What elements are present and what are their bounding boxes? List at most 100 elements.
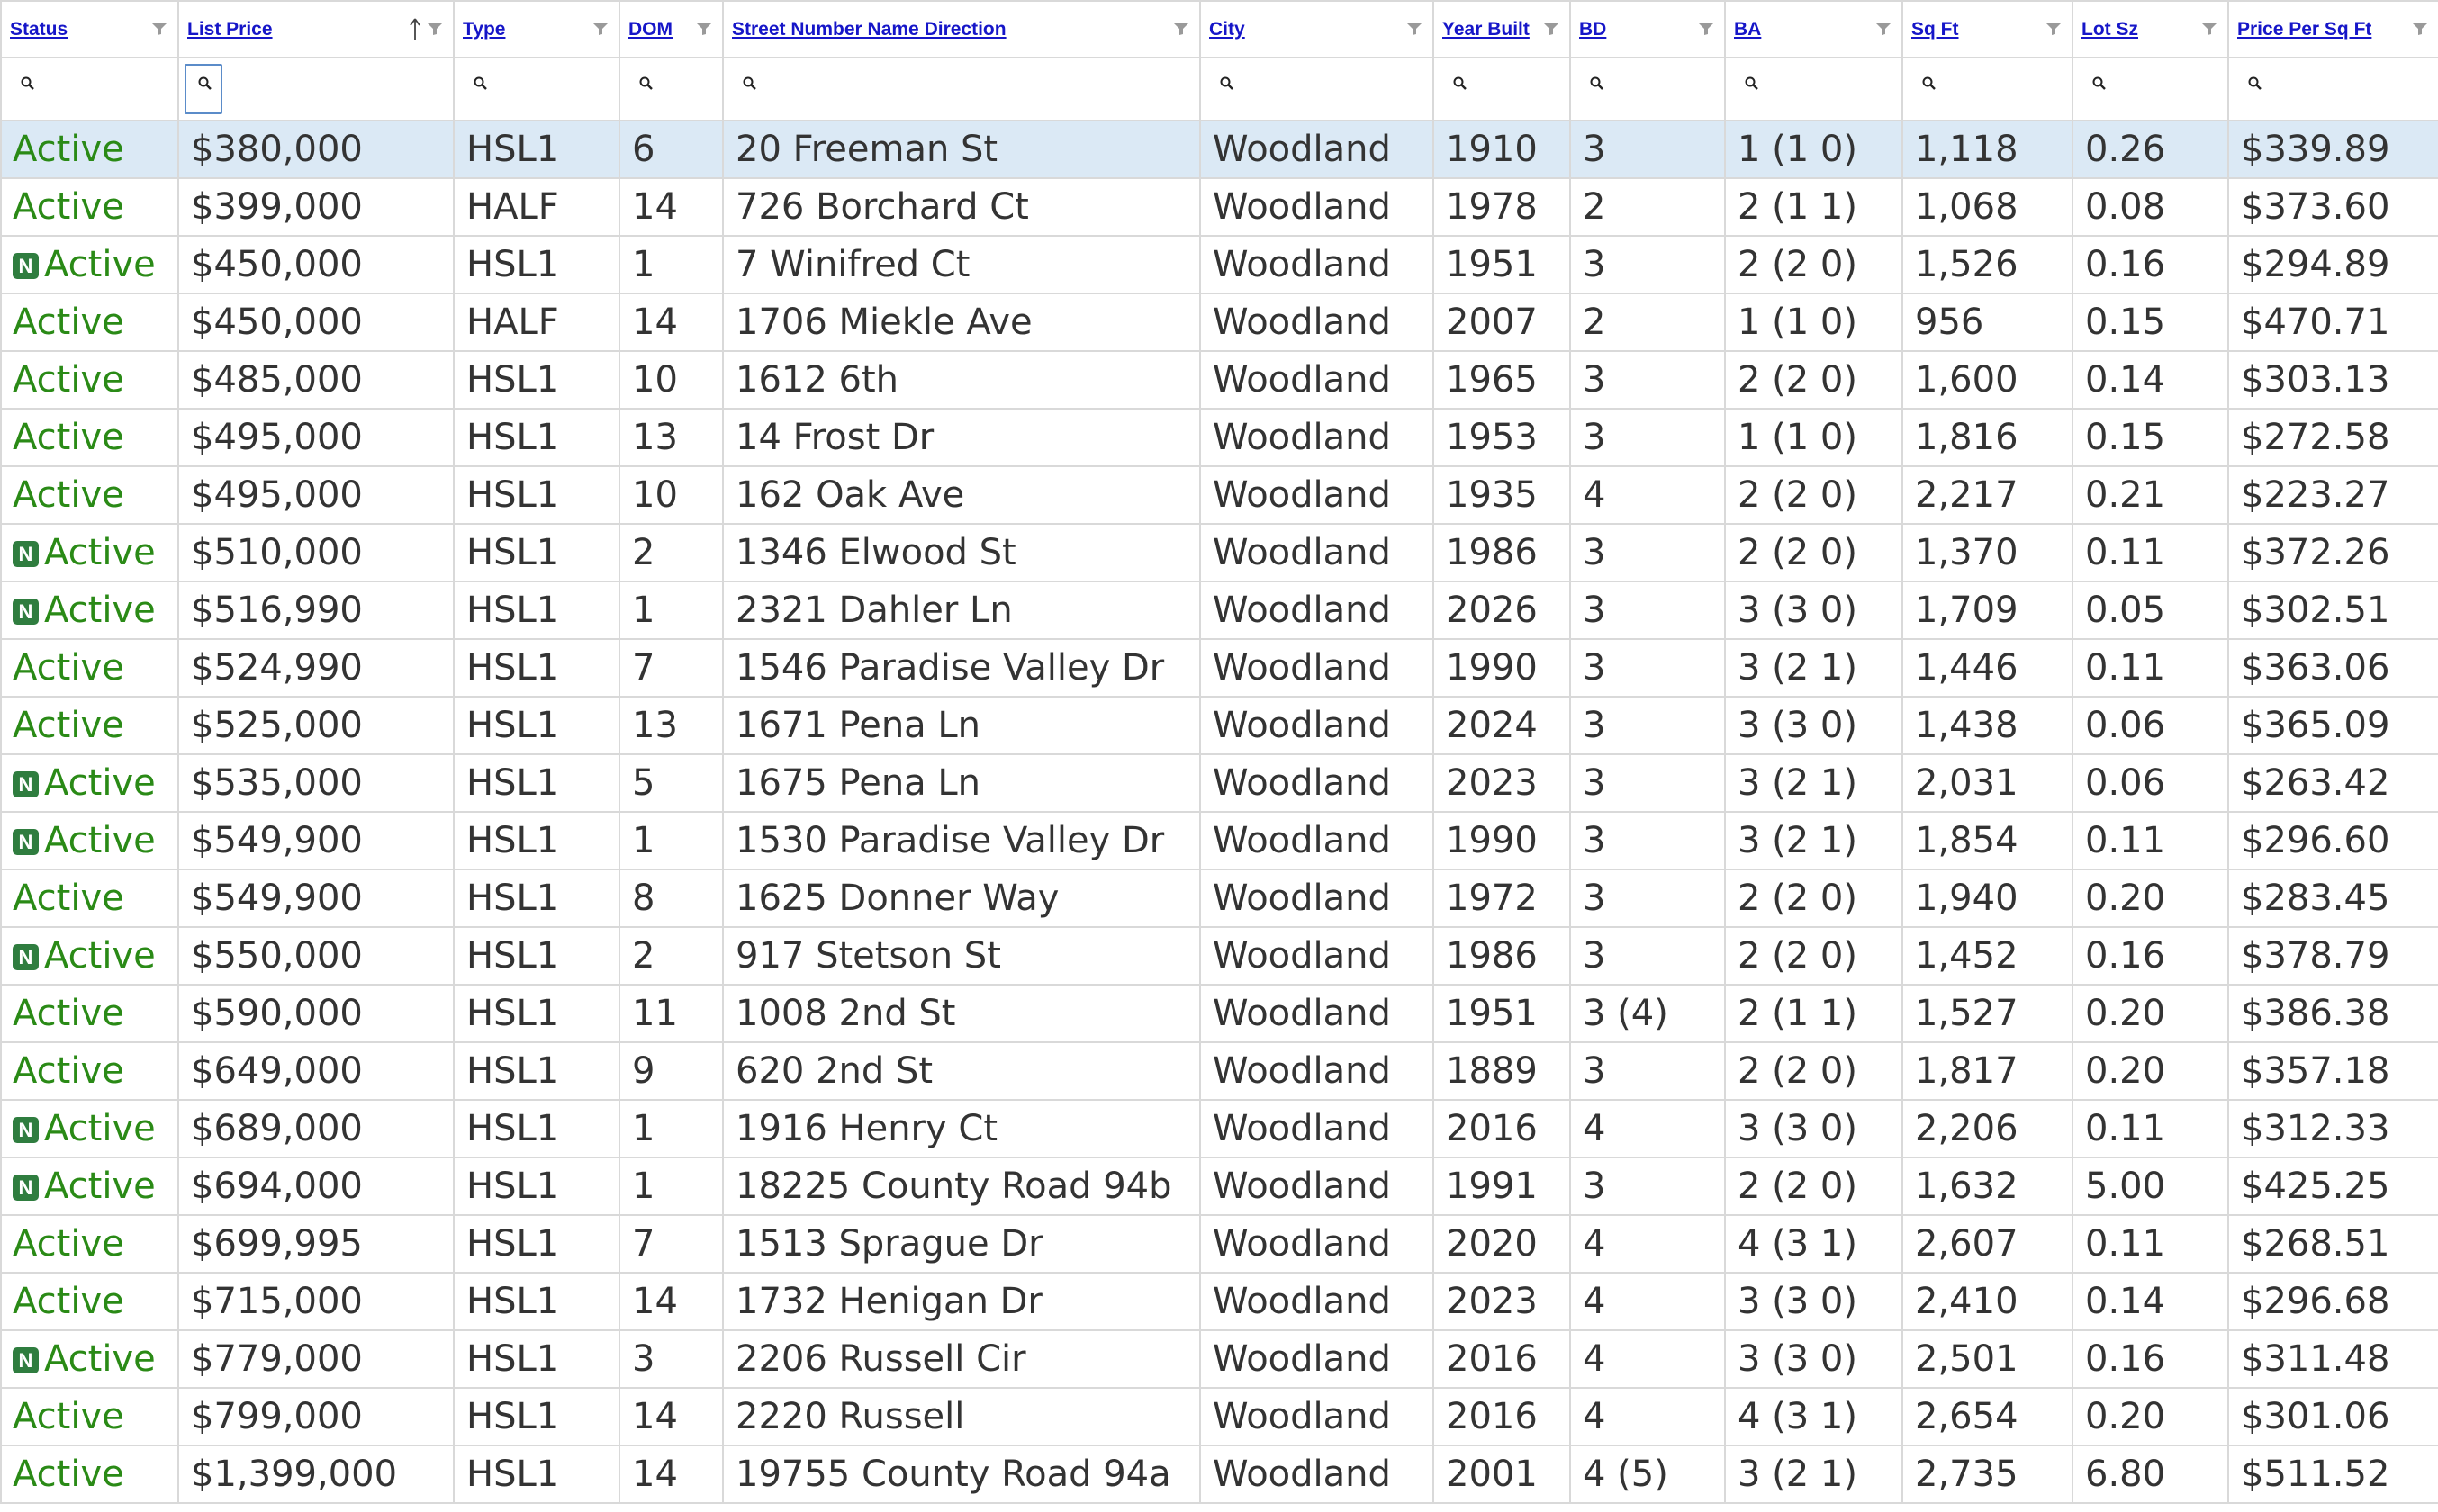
filter-icon[interactable] [1172, 22, 1190, 36]
cell-city: Woodland [1199, 1099, 1434, 1158]
column-header-link[interactable]: BD [1572, 19, 1606, 40]
table-row[interactable]: N Active $535,000 HSL1 5 1675 Pena Ln Woodland… [0, 753, 2438, 813]
table-row[interactable]: Active $799,000 HSL1 14 2220 Russell Woodland… [0, 1387, 2438, 1446]
cell-price: $799,000 [177, 1387, 455, 1446]
column-filter-search-button[interactable] [1440, 64, 1477, 114]
column-filter-search-button[interactable] [729, 64, 767, 114]
filter-icon[interactable] [1874, 22, 1892, 36]
column-header-link[interactable]: Street Number Name Direction [725, 19, 1007, 40]
table-row[interactable]: Active $525,000 HSL1 13 1671 Pena Ln Woodland… [0, 696, 2438, 755]
table-row[interactable]: Active $1,399,000 HSL1 14 19755 County Road … [0, 1444, 2438, 1504]
cell-status: Active [0, 1387, 179, 1446]
table-row[interactable]: Active $590,000 HSL1 11 1008 2nd St Woodland 1… [0, 984, 2438, 1043]
table-row[interactable]: Active $495,000 HSL1 10 162 Oak Ave Woodland 1… [0, 465, 2438, 525]
cell-sqft: 1,068 [1901, 177, 2073, 237]
column-filter-search-button[interactable] [1731, 64, 1769, 114]
magnifier-icon [198, 76, 212, 90]
cell-address: 1625 Donner Way [722, 868, 1201, 928]
cell-ba: 1 (1 0) [1724, 120, 1903, 179]
column-header-link[interactable]: Lot Sz [2074, 19, 2138, 40]
column-header-link[interactable]: Status [3, 19, 68, 40]
cell-dom: 5 [619, 753, 724, 813]
filter-icon[interactable] [150, 22, 168, 36]
column-header-link[interactable]: BA [1727, 19, 1761, 40]
cell-sqft: 1,709 [1901, 580, 2073, 640]
cell-sqft: 1,526 [1901, 235, 2073, 294]
cell-city: Woodland [1199, 177, 1434, 237]
cell-lot: 0.15 [2072, 408, 2229, 467]
cell-type: HSL1 [453, 984, 620, 1043]
cell-address: 2206 Russell Cir [722, 1329, 1201, 1389]
column-filter-search-button[interactable] [185, 64, 222, 114]
column-header-link[interactable]: Year Built [1435, 19, 1530, 40]
column-header-link[interactable]: Type [456, 19, 505, 40]
column-filter-search-button[interactable] [626, 64, 664, 114]
cell-year: 2016 [1432, 1387, 1571, 1446]
table-row[interactable]: N Active $516,990 HSL1 1 2321 Dahler Ln Woodla… [0, 580, 2438, 640]
table-row[interactable]: N Active $694,000 HSL1 1 18225 County Road 94… [0, 1156, 2438, 1216]
column-filter-search-button[interactable] [1206, 64, 1244, 114]
cell-bd: 3 [1569, 408, 1726, 467]
cell-city: Woodland [1199, 1329, 1434, 1389]
column-filter-search-button[interactable] [1909, 64, 1946, 114]
cell-ppsf: $312.33 [2227, 1099, 2438, 1158]
table-row[interactable]: Active $649,000 HSL1 9 620 2nd St Woodland 188… [0, 1041, 2438, 1101]
cell-status: Active [0, 638, 179, 698]
cell-price: $495,000 [177, 465, 455, 525]
column-filter-search-button[interactable] [1576, 64, 1614, 114]
filter-icon[interactable] [2200, 22, 2218, 36]
table-row[interactable]: Active $450,000 HALF 14 1706 Miekle Ave Woodl… [0, 292, 2438, 352]
column-header-link[interactable]: Price Per Sq Ft [2230, 19, 2371, 40]
column-filter-search-button[interactable] [7, 64, 45, 114]
table-row[interactable]: Active $495,000 HSL1 13 14 Frost Dr Woodland 1… [0, 408, 2438, 467]
table-row[interactable]: Active $549,900 HSL1 8 1625 Donner Way Woodla… [0, 868, 2438, 928]
cell-address: 1346 Elwood St [722, 523, 1201, 582]
table-row[interactable]: N Active $510,000 HSL1 2 1346 Elwood St Woodla… [0, 523, 2438, 582]
table-row[interactable]: N Active $550,000 HSL1 2 917 Stetson St Woodla… [0, 926, 2438, 986]
cell-status: N Active [0, 1156, 179, 1216]
column-header-link[interactable]: Sq Ft [1904, 19, 1959, 40]
cell-status: Active [0, 408, 179, 467]
column-filter-search-button[interactable] [2235, 64, 2272, 114]
cell-address: 1530 Paradise Valley Dr [722, 811, 1201, 870]
table-row[interactable]: Active $524,990 HSL1 7 1546 Paradise Valley … [0, 638, 2438, 698]
cell-dom: 11 [619, 984, 724, 1043]
table-row[interactable]: Active $715,000 HSL1 14 1732 Henigan Dr Woodl… [0, 1272, 2438, 1331]
cell-bd: 4 [1569, 1387, 1726, 1446]
cell-lot: 0.05 [2072, 580, 2229, 640]
table-row[interactable]: Active $399,000 HALF 14 726 Borchard Ct Woodl… [0, 177, 2438, 237]
filter-icon[interactable] [1542, 22, 1560, 36]
cell-lot: 0.26 [2072, 120, 2229, 179]
sort-ascending-icon[interactable] [410, 17, 420, 40]
column-filter-search-button[interactable] [2079, 64, 2117, 114]
table-row[interactable]: Active $485,000 HSL1 10 1612 6th Woodland 1965… [0, 350, 2438, 410]
column-header-row: Status List Price Type DOM Street Number Nam… [0, 0, 2438, 58]
cell-status: N Active [0, 753, 179, 813]
column-filter-search-button[interactable] [460, 64, 498, 114]
filter-icon[interactable] [2045, 22, 2063, 36]
table-row[interactable]: N Active $549,900 HSL1 1 1530 Paradise Valley… [0, 811, 2438, 870]
filter-icon[interactable] [1697, 22, 1715, 36]
filter-icon[interactable] [695, 22, 713, 36]
column-header-link[interactable]: List Price [180, 19, 273, 40]
filter-icon[interactable] [2411, 22, 2429, 36]
cell-address: 620 2nd St [722, 1041, 1201, 1101]
table-row[interactable]: Active $699,995 HSL1 7 1513 Sprague Dr Woodla… [0, 1214, 2438, 1274]
cell-dom: 1 [619, 1099, 724, 1158]
filter-icon[interactable] [1405, 22, 1423, 36]
table-row[interactable]: N Active $689,000 HSL1 1 1916 Henry Ct Woodlan… [0, 1099, 2438, 1158]
table-row[interactable]: N Active $779,000 HSL1 3 2206 Russell Cir Wood… [0, 1329, 2438, 1389]
cell-price: $524,990 [177, 638, 455, 698]
cell-lot: 0.15 [2072, 292, 2229, 352]
table-row[interactable]: N Active $450,000 HSL1 1 7 Winifred Ct Woodlan… [0, 235, 2438, 294]
status-text: Active [44, 762, 156, 804]
filter-icon[interactable] [591, 22, 610, 36]
cell-city: Woodland [1199, 1156, 1434, 1216]
cell-dom: 3 [619, 1329, 724, 1389]
magnifier-icon [1220, 76, 1233, 90]
cell-city: Woodland [1199, 926, 1434, 986]
column-header-link[interactable]: DOM [621, 19, 673, 40]
table-row[interactable]: Active $380,000 HSL1 6 20 Freeman St Woodland… [0, 120, 2438, 179]
filter-icon[interactable] [426, 22, 444, 36]
column-header-link[interactable]: City [1202, 19, 1245, 40]
